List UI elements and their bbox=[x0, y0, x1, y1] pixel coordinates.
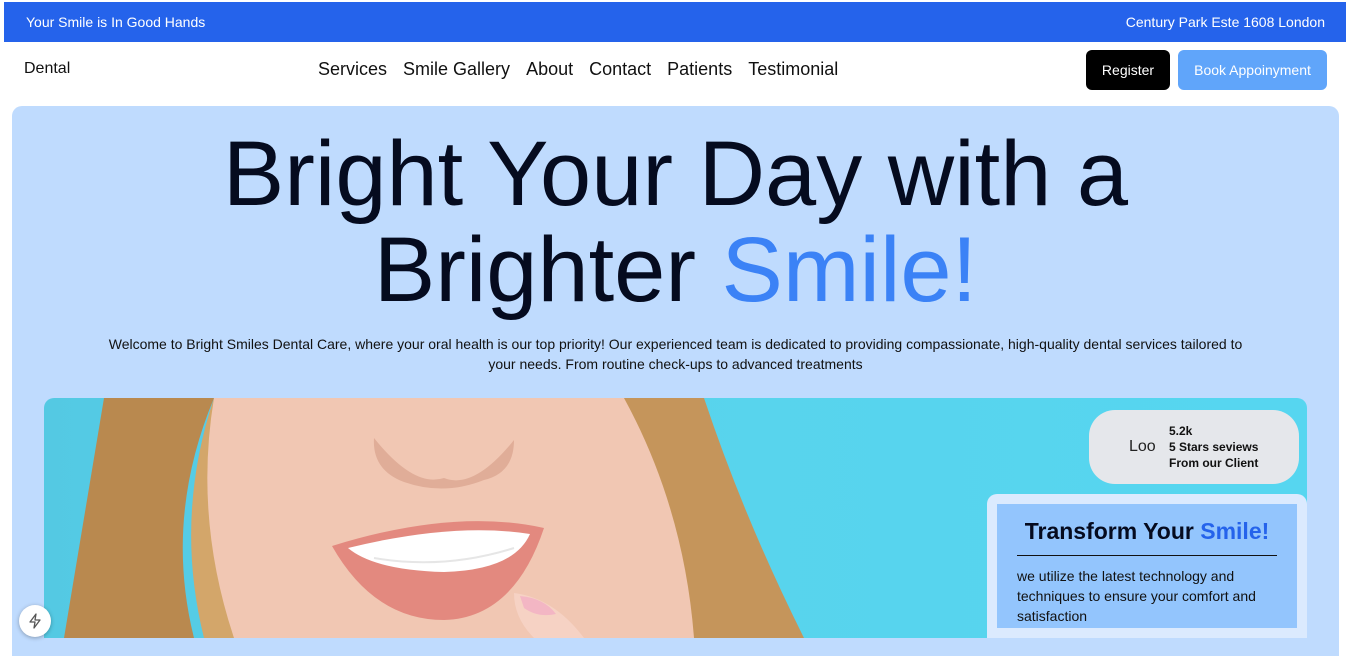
card-title-accent: Smile! bbox=[1200, 518, 1270, 544]
headline-line-1: Bright Your Day with a bbox=[222, 123, 1129, 225]
nav-link-contact[interactable]: Contact bbox=[589, 59, 651, 80]
reviews-badge: Loo 5.2k 5 Stars seviews From our Client bbox=[1089, 410, 1299, 484]
nav-link-smile-gallery[interactable]: Smile Gallery bbox=[403, 59, 510, 80]
main-navbar: Dental Services Smile Gallery About Cont… bbox=[0, 42, 1346, 100]
card-divider bbox=[1017, 555, 1277, 556]
transform-card-title: Transform Your Smile! bbox=[997, 518, 1297, 545]
reviews-line-2: 5 Stars seviews bbox=[1169, 440, 1259, 454]
reviews-logo: Loo bbox=[1129, 438, 1156, 455]
register-button[interactable]: Register bbox=[1086, 50, 1170, 90]
transform-card-text: we utilize the latest technology and tec… bbox=[1017, 568, 1256, 624]
reviews-line-3: From our Client bbox=[1169, 456, 1259, 470]
nav-menu: Services Smile Gallery About Contact Pat… bbox=[318, 59, 838, 80]
headline-accent: Smile! bbox=[721, 219, 978, 321]
card-title-main: Transform Your bbox=[1024, 518, 1194, 544]
bolt-icon[interactable] bbox=[19, 605, 51, 637]
nav-link-testimonial[interactable]: Testimonial bbox=[748, 59, 838, 80]
headline-line-2: Brighter bbox=[373, 219, 696, 321]
reviews-count: 5.2k bbox=[1169, 424, 1193, 438]
nav-link-about[interactable]: About bbox=[526, 59, 573, 80]
brand-logo[interactable]: Dental bbox=[24, 60, 70, 78]
tagline-text: Your Smile is In Good Hands bbox=[26, 14, 206, 30]
hero-image: Loo 5.2k 5 Stars seviews From our Client… bbox=[44, 398, 1307, 638]
reviews-stats: 5.2k 5 Stars seviews From our Client bbox=[1169, 423, 1258, 471]
hero-intro-text: Welcome to Bright Smiles Dental Care, wh… bbox=[108, 336, 1243, 372]
address-text: Century Park Este 1608 London bbox=[1125, 14, 1325, 30]
hero-section: Bright Your Day with a Brighter Smile! W… bbox=[12, 106, 1339, 656]
book-appointment-button[interactable]: Book Appoinyment bbox=[1178, 50, 1327, 90]
transform-card: Transform Your Smile! we utilize the lat… bbox=[987, 494, 1307, 638]
nav-link-patients[interactable]: Patients bbox=[667, 59, 732, 80]
hero-headline: Bright Your Day with a Brighter Smile! bbox=[12, 126, 1339, 318]
nav-link-services[interactable]: Services bbox=[318, 59, 387, 80]
top-announcement-bar: Your Smile is In Good Hands Century Park… bbox=[4, 2, 1346, 42]
transform-card-inner: Transform Your Smile! we utilize the lat… bbox=[997, 504, 1297, 628]
